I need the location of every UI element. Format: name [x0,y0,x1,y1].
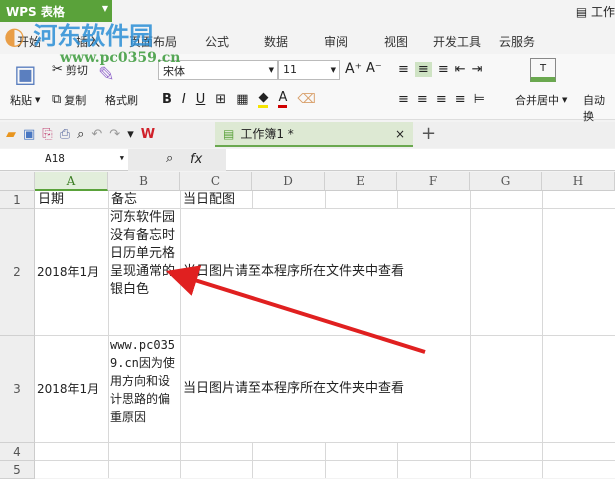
annotation-arrow [165,265,426,354]
logo-icon: ◐ [4,22,25,50]
watermark-name: 河东软件园 [33,22,154,50]
arrow-line [165,265,426,354]
watermark-logo: ◐ 河东软件园 [4,16,153,51]
watermark-url: www.pc0359.cn [60,50,181,66]
